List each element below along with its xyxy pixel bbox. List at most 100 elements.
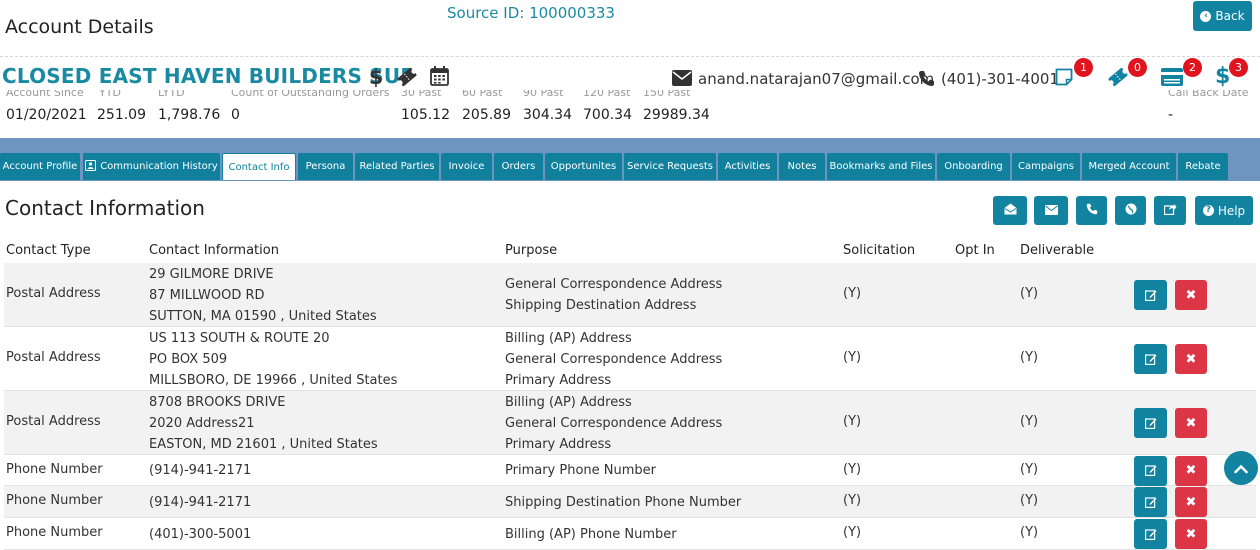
close-icon: ✖ — [1185, 463, 1197, 478]
stat-label: 120 Past — [583, 90, 631, 99]
edit-icon — [1144, 286, 1157, 305]
solicitation-value: (Y) — [843, 350, 862, 365]
tab-invoice[interactable]: Invoice — [441, 153, 492, 180]
account-phone[interactable]: (401)-301-4001 — [941, 70, 1059, 88]
table-row: Phone Number (401)-300-5001 Billing (AP) P… — [4, 518, 1256, 550]
contact-information: 8708 BROOKS DRIVE 2020 Address21 EASTON, M… — [149, 392, 378, 455]
section-title: Contact Information — [5, 196, 205, 220]
stat-value: 1,798.76 — [158, 107, 221, 123]
contact-purpose-line: General Correspondence Address — [505, 351, 723, 367]
tab-label: Related Parties — [359, 161, 435, 172]
edit-button[interactable] — [1134, 408, 1167, 438]
envelope-icon — [1044, 204, 1058, 218]
delete-button[interactable]: ✖ — [1175, 455, 1207, 486]
edit-icon — [1144, 525, 1157, 544]
delete-button[interactable]: ✖ — [1175, 344, 1207, 374]
edit-button[interactable] — [1134, 344, 1167, 374]
tab-communication-history[interactable]: Communication History — [83, 153, 220, 180]
contact-information: (914)-941-2171 — [149, 492, 251, 513]
tab-orders[interactable]: Orders — [494, 153, 543, 180]
phone-icon — [1086, 203, 1098, 218]
column-header: Solicitation — [843, 243, 916, 258]
tickets-count-badge: 0 — [1128, 58, 1147, 77]
share-icon — [1163, 203, 1177, 218]
tab-notes[interactable]: Notes — [779, 153, 825, 180]
stat-label: 30 Past — [401, 90, 442, 99]
cards-count-badge: 2 — [1183, 58, 1202, 77]
globe-button[interactable] — [1115, 196, 1146, 225]
calendar-icon[interactable] — [430, 66, 449, 90]
contact-purpose-line: Shipping Destination Phone Number — [505, 494, 742, 510]
phone-icon — [918, 70, 935, 91]
account-email[interactable]: anand.natarajan07@gmail.com — [698, 70, 934, 88]
contact-purpose-line: General Correspondence Address — [505, 415, 723, 431]
edit-button[interactable] — [1134, 280, 1167, 310]
deliverable-value: (Y) — [1020, 414, 1039, 429]
scroll-to-top-button[interactable] — [1224, 451, 1258, 485]
tab-merged-account[interactable]: Merged Account — [1082, 153, 1176, 180]
tab-label: Account Profile — [2, 161, 78, 172]
deliverable-value: (Y) — [1020, 286, 1039, 301]
tab-account-profile[interactable]: Account Profile — [0, 153, 80, 180]
delete-button[interactable]: ✖ — [1175, 280, 1207, 310]
chevron-up-icon — [1234, 459, 1248, 478]
tab-onboarding[interactable]: Onboarding — [937, 153, 1010, 180]
deliverable-value: (Y) — [1020, 461, 1039, 477]
email-button[interactable] — [1034, 196, 1068, 225]
stat-value: 700.34 — [583, 107, 632, 123]
contact-purpose-line: Billing (AP) Address — [505, 330, 632, 346]
credit-card-icon[interactable] — [1161, 68, 1183, 90]
tab-bookmarks-and-files[interactable]: Bookmarks and Files — [827, 153, 935, 180]
contact-information-line: 2020 Address21 — [149, 415, 255, 431]
solicitation-value: (Y) — [843, 414, 862, 429]
contact-information-line: 87 MILLWOOD RD — [149, 287, 265, 303]
close-icon: ✖ — [1185, 351, 1197, 367]
tab-campaigns[interactable]: Campaigns — [1012, 153, 1080, 180]
ticket-badge-icon[interactable] — [1107, 66, 1129, 92]
deliverable-value: (Y) — [1020, 350, 1039, 365]
stat-value: 105.12 — [401, 107, 450, 123]
open-envelope-button[interactable] — [993, 196, 1027, 225]
tab-service-requests[interactable]: Service Requests — [624, 153, 716, 180]
column-header: Purpose — [505, 243, 558, 258]
edit-button[interactable] — [1134, 487, 1167, 517]
ticket-icon[interactable] — [396, 66, 418, 92]
contact-purpose: Primary Phone Number — [505, 460, 656, 481]
tab-rebate[interactable]: Rebate — [1178, 153, 1228, 180]
column-header: Contact Type — [6, 243, 91, 258]
back-button-label: Back — [1215, 9, 1245, 23]
stat-label: Call Back Date — [1168, 90, 1249, 99]
note-icon[interactable] — [1055, 68, 1073, 90]
delete-button[interactable]: ✖ — [1175, 487, 1207, 517]
tab-label: Notes — [787, 161, 817, 172]
question-icon: ? — [1202, 205, 1214, 216]
tab-label: Communication History — [100, 161, 218, 172]
help-button[interactable]: ? Help — [1195, 196, 1253, 225]
dollar-icon[interactable]: $ — [369, 65, 383, 89]
solicitation-value: (Y) — [843, 461, 862, 477]
back-button[interactable]: ‹ Back — [1193, 1, 1252, 31]
stat-value: 304.34 — [523, 107, 572, 123]
envelope-icon — [672, 70, 692, 90]
delete-button[interactable]: ✖ — [1175, 408, 1207, 438]
stat-value: 29989.34 — [643, 107, 710, 123]
tab-persona[interactable]: Persona — [298, 153, 353, 180]
stat-value: 205.89 — [462, 107, 511, 123]
tab-opportunites[interactable]: Opportunites — [545, 153, 622, 180]
share-button[interactable] — [1154, 196, 1186, 225]
edit-icon — [1144, 350, 1157, 369]
tab-contact-info[interactable]: Contact Info — [222, 153, 296, 180]
contact-information-line: MILLSBORO, DE 19966 , United States — [149, 372, 398, 388]
tab-label: Invoice — [448, 161, 485, 172]
globe-icon — [1125, 203, 1137, 218]
tab-related-parties[interactable]: Related Parties — [355, 153, 439, 180]
contact-information: US 113 SOUTH & ROUTE 20 PO BOX 509 MILLSBO… — [149, 328, 397, 391]
edit-button[interactable] — [1134, 455, 1167, 486]
tab-label: Bookmarks and Files — [829, 161, 933, 172]
stat-value: - — [1168, 107, 1174, 123]
contact-type: Postal Address — [6, 286, 101, 301]
tab-label: Orders — [501, 161, 536, 172]
tab-activities[interactable]: Activities — [718, 153, 777, 180]
call-button[interactable] — [1076, 196, 1107, 225]
source-id: Source ID: 100000333 — [447, 4, 615, 22]
